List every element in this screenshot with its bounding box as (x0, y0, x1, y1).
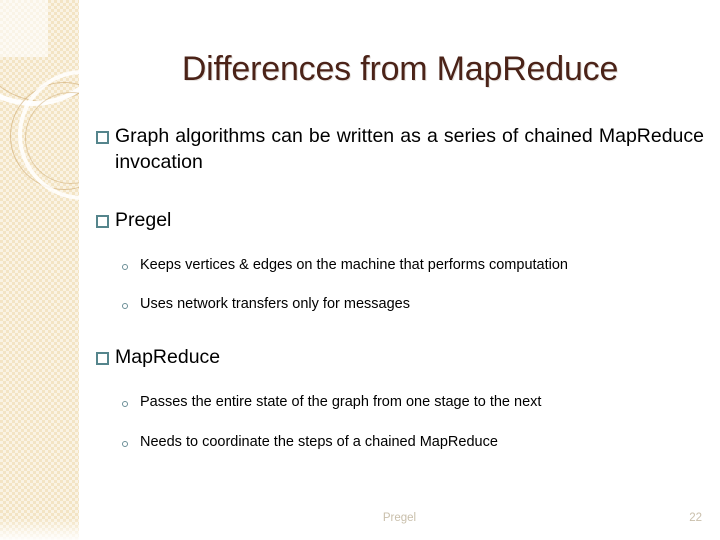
bullet-item-level2: Uses network transfers only for messages (122, 295, 704, 315)
sidebar-bottom-fade (0, 518, 79, 540)
circle-bullet-icon (122, 303, 128, 310)
bullet-item-level1: MapReduce (96, 345, 704, 371)
square-bullet-icon (96, 131, 109, 144)
circle-bullet-icon (122, 263, 128, 270)
footer-label: Pregel (382, 512, 417, 524)
bullet-text: Pregel (115, 208, 172, 231)
bullet-text: Graph algorithms can be written as a ser… (115, 125, 704, 173)
bullet-item-level2: Needs to coordinate the steps of a chain… (122, 433, 704, 453)
slide-title: Differences from MapReduce (181, 50, 619, 88)
bullet-item-level1: Graph algorithms can be written as a ser… (96, 124, 704, 176)
bullet-text: Uses network transfers only for messages (140, 296, 410, 313)
bullet-text: Needs to coordinate the steps of a chain… (140, 433, 498, 450)
decorative-sidebar (0, 0, 79, 540)
bullet-item-level1: Pregel (96, 208, 704, 234)
presentation-slide: Differences from MapReduce Graph algorit… (0, 0, 720, 540)
circle-bullet-icon (122, 401, 128, 408)
square-bullet-icon (96, 214, 109, 228)
bullet-text: Keeps vertices & edges on the machine th… (140, 256, 568, 273)
circle-bullet-icon (122, 440, 128, 447)
bullet-text: Passes the entire state of the graph fro… (140, 394, 542, 411)
bullet-text: MapReduce (115, 346, 221, 369)
bullet-item-level2: Passes the entire state of the graph fro… (122, 393, 704, 413)
slide-number: 22 (689, 512, 702, 524)
bullet-item-level2: Keeps vertices & edges on the machine th… (122, 256, 704, 276)
square-bullet-icon (96, 352, 109, 366)
slide-body: Graph algorithms can be written as a ser… (96, 124, 704, 453)
slide-footer: Pregel 22 (79, 512, 720, 532)
